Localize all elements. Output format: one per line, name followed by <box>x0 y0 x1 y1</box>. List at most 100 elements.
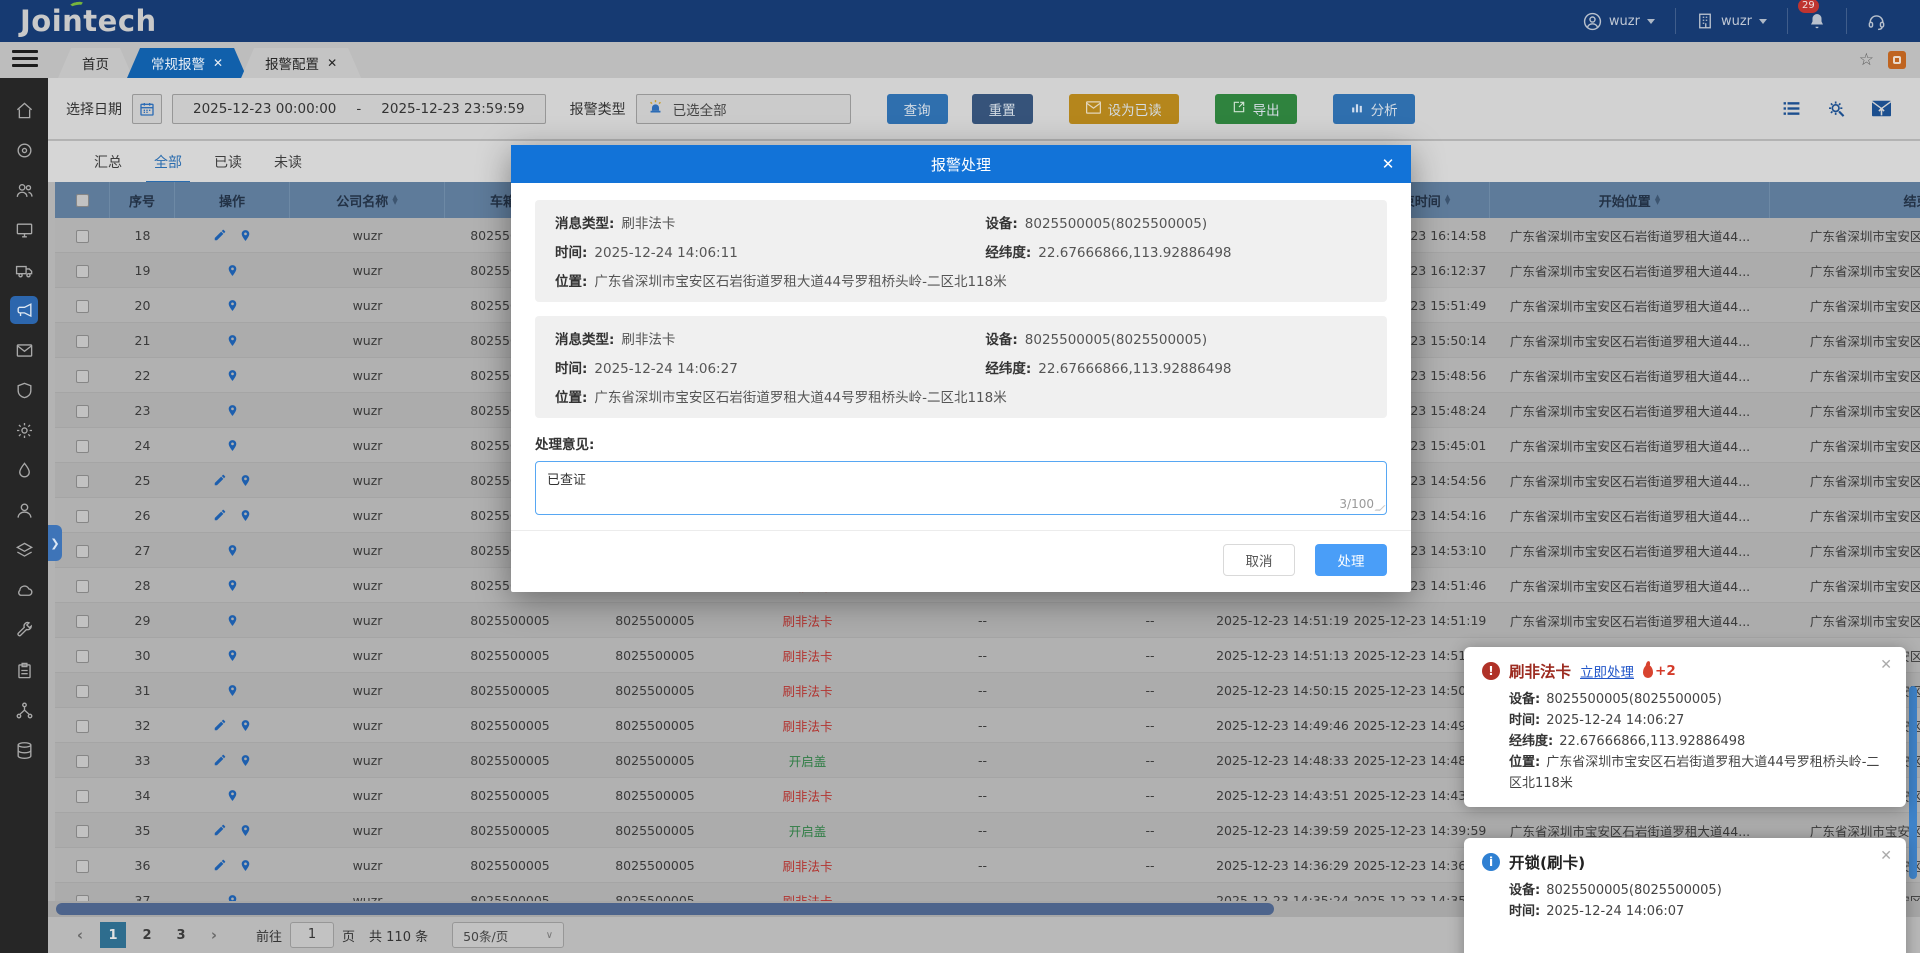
vehicle-icon[interactable] <box>10 256 38 284</box>
layers-icon[interactable] <box>10 536 38 564</box>
tab-alarm-config[interactable]: 报警配置 ✕ <box>241 48 361 78</box>
map-pin-icon[interactable] <box>226 368 239 383</box>
date-range-input[interactable]: 2025-12-23 00:00:00 - 2025-12-23 23:59:5… <box>172 94 546 124</box>
home-icon[interactable] <box>10 96 38 124</box>
goto-page-input[interactable]: 1 <box>290 922 334 948</box>
map-pin-icon[interactable] <box>226 263 239 278</box>
wrench-icon[interactable] <box>10 616 38 644</box>
row-checkbox[interactable] <box>76 720 89 733</box>
page-size-select[interactable]: 50条/页 ∨ <box>452 922 564 948</box>
select-all-checkbox[interactable] <box>76 194 89 207</box>
next-page-button[interactable]: › <box>202 926 226 944</box>
row-checkbox[interactable] <box>76 790 89 803</box>
column-header-开始位置[interactable]: 开始位置▲▼ <box>1490 182 1770 218</box>
map-pin-icon[interactable] <box>226 333 239 348</box>
mark-read-button[interactable]: 设为已读 <box>1069 94 1179 124</box>
row-checkbox[interactable] <box>76 755 89 768</box>
map-pin-icon[interactable] <box>226 298 239 313</box>
opinion-textarea[interactable]: 已查证 <box>536 462 1386 514</box>
row-checkbox[interactable] <box>76 370 89 383</box>
close-tab-icon[interactable]: ✕ <box>327 56 337 70</box>
subtab-unread[interactable]: 未读 <box>274 152 302 172</box>
row-checkbox[interactable] <box>76 860 89 873</box>
vertical-scrollbar-thumb[interactable] <box>1909 686 1917 879</box>
support-button[interactable] <box>1846 8 1906 34</box>
map-pin-icon[interactable] <box>226 613 239 628</box>
select-all-header[interactable] <box>55 182 110 218</box>
map-pin-icon[interactable] <box>226 403 239 418</box>
export-button[interactable]: 导出 <box>1215 94 1297 124</box>
map-pin-icon[interactable] <box>239 823 252 838</box>
map-pin-icon[interactable] <box>226 438 239 453</box>
row-checkbox[interactable] <box>76 580 89 593</box>
map-pin-icon[interactable] <box>226 683 239 698</box>
mail-icon[interactable] <box>10 336 38 364</box>
handle-button[interactable]: 处理 <box>1315 544 1387 576</box>
close-tab-icon[interactable]: ✕ <box>213 56 223 70</box>
edit-icon[interactable] <box>213 473 227 487</box>
report-icon[interactable] <box>10 656 38 684</box>
row-checkbox[interactable] <box>76 545 89 558</box>
edit-icon[interactable] <box>213 228 227 242</box>
close-icon[interactable]: ✕ <box>1880 657 1892 673</box>
map-pin-icon[interactable] <box>226 893 239 902</box>
map-pin-icon[interactable] <box>239 753 252 768</box>
query-button[interactable]: 查询 <box>887 94 948 124</box>
map-pin-icon[interactable] <box>239 228 252 243</box>
edit-icon[interactable] <box>213 508 227 522</box>
horizontal-scrollbar-thumb[interactable] <box>56 903 1274 915</box>
row-checkbox[interactable] <box>76 650 89 663</box>
settings-icon[interactable] <box>10 416 38 444</box>
row-checkbox[interactable] <box>76 230 89 243</box>
map-pin-icon[interactable] <box>239 718 252 733</box>
column-header-公司名称[interactable]: 公司名称▲▼ <box>290 182 445 218</box>
calendar-button[interactable] <box>132 94 162 124</box>
handle-now-link[interactable]: 立即处理 <box>1580 661 1634 681</box>
sort-icon[interactable]: ▲▼ <box>1445 195 1450 205</box>
star-icon[interactable]: ☆ <box>1859 50 1874 70</box>
row-checkbox[interactable] <box>76 440 89 453</box>
close-icon[interactable]: ✕ <box>1880 848 1892 864</box>
map-pin-icon[interactable] <box>226 788 239 803</box>
modal-close-icon[interactable]: ✕ <box>1365 145 1411 183</box>
edit-icon[interactable] <box>213 823 227 837</box>
subtab-read[interactable]: 已读 <box>214 152 242 172</box>
analyze-button[interactable]: 分析 <box>1333 94 1415 124</box>
map-pin-icon[interactable] <box>239 508 252 523</box>
network-icon[interactable] <box>10 696 38 724</box>
org-menu[interactable]: wuzr <box>1675 8 1787 34</box>
page-button-2[interactable]: 2 <box>134 922 160 948</box>
hamburger-menu-icon[interactable] <box>12 50 38 71</box>
row-checkbox[interactable] <box>76 265 89 278</box>
map-pin-icon[interactable] <box>226 578 239 593</box>
oil-icon[interactable] <box>10 456 38 484</box>
user-icon[interactable] <box>10 496 38 524</box>
theme-icon[interactable] <box>1888 51 1906 69</box>
edit-icon[interactable] <box>213 718 227 732</box>
row-checkbox[interactable] <box>76 685 89 698</box>
sort-icon[interactable]: ▲▼ <box>392 195 397 205</box>
users-icon[interactable] <box>10 176 38 204</box>
row-checkbox[interactable] <box>76 475 89 488</box>
row-checkbox[interactable] <box>76 335 89 348</box>
map-pin-icon[interactable] <box>239 858 252 873</box>
alarm-settings-icon[interactable] <box>1826 99 1847 119</box>
monitor-icon[interactable] <box>10 216 38 244</box>
subtab-summary[interactable]: 汇总 <box>94 152 122 172</box>
row-checkbox[interactable] <box>76 825 89 838</box>
tab-regular-alarm[interactable]: 常规报警 ✕ <box>127 48 247 78</box>
edit-icon[interactable] <box>213 753 227 767</box>
alarm-icon[interactable] <box>10 296 38 324</box>
user-menu[interactable]: wuzr <box>1563 8 1675 34</box>
mail-export-icon[interactable] <box>1871 99 1892 118</box>
shield-icon[interactable] <box>10 376 38 404</box>
row-checkbox[interactable] <box>76 615 89 628</box>
database-icon[interactable] <box>10 736 38 764</box>
list-view-icon[interactable] <box>1781 99 1802 118</box>
sort-icon[interactable]: ▲▼ <box>1655 195 1660 205</box>
sidebar-expand-handle[interactable]: ❯ <box>48 525 62 561</box>
page-button-1[interactable]: 1 <box>100 922 126 948</box>
prev-page-button[interactable]: ‹ <box>68 926 92 944</box>
tab-home[interactable]: 首页 <box>58 48 133 78</box>
alarm-type-select[interactable]: 已选全部 <box>636 94 851 124</box>
